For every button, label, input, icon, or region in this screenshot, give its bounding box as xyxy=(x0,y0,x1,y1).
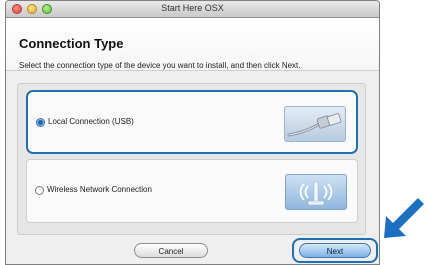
cancel-button[interactable]: Cancel xyxy=(134,243,208,258)
window-title: Start Here OSX xyxy=(161,3,224,13)
pointer-arrow-icon xyxy=(384,198,424,238)
connection-options-panel: Local Connection (USB) Wireless Network … xyxy=(17,83,366,235)
option-label: Wireless Network Connection xyxy=(47,185,152,194)
option-label: Local Connection (USB) xyxy=(48,117,134,126)
wireless-icon xyxy=(285,174,347,210)
option-wireless-network[interactable]: Wireless Network Connection xyxy=(26,159,358,223)
title-bar: Start Here OSX xyxy=(6,1,379,18)
option-local-usb[interactable]: Local Connection (USB) xyxy=(26,90,358,154)
next-button-highlight: Next xyxy=(292,238,378,263)
installer-window: Start Here OSX Connection Type Select th… xyxy=(5,0,380,265)
next-button[interactable]: Next xyxy=(299,243,371,258)
radio-local-usb[interactable] xyxy=(36,118,45,127)
page-title: Connection Type xyxy=(19,36,124,51)
radio-wireless-network[interactable] xyxy=(35,186,44,195)
page-subtitle: Select the connection type of the device… xyxy=(19,61,301,70)
page-header: Connection Type Select the connection ty… xyxy=(6,18,379,71)
usb-cable-icon xyxy=(284,106,346,142)
